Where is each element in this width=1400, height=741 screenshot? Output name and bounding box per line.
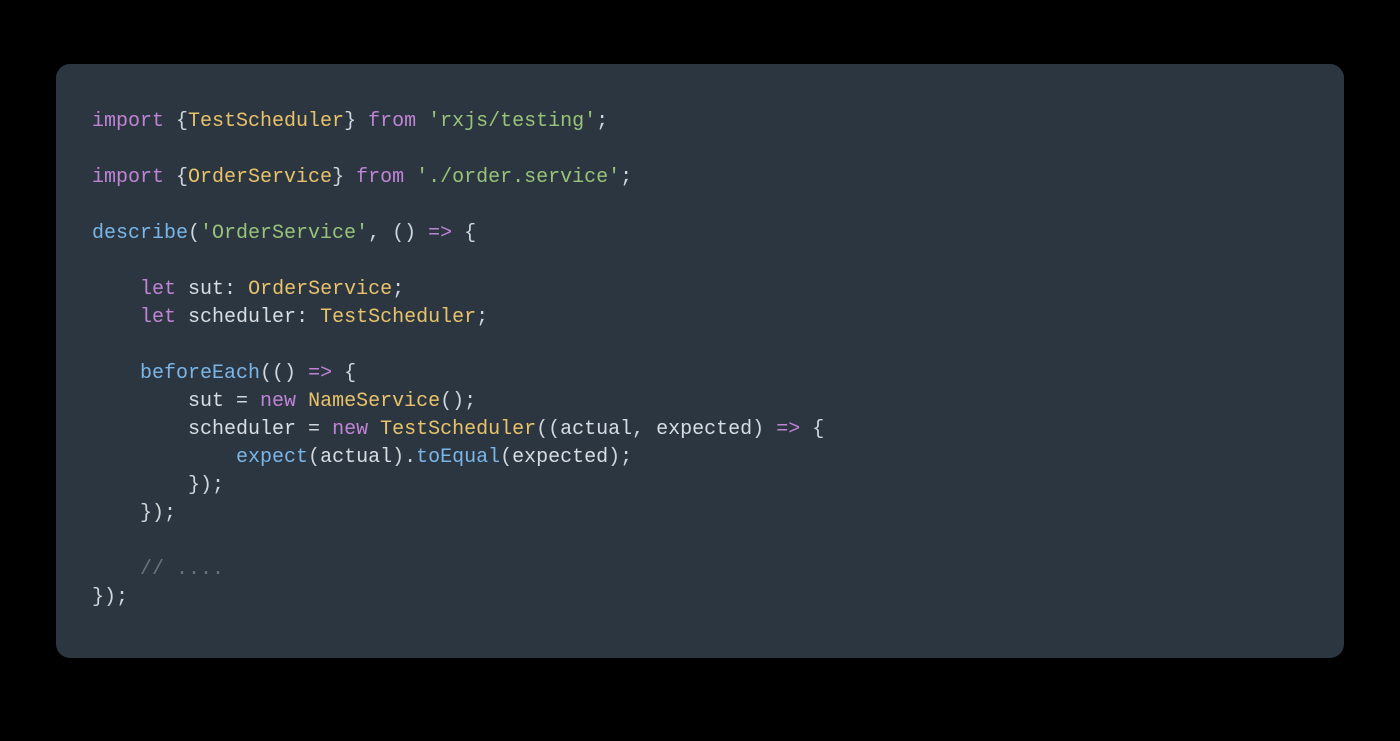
code-token: TestScheduler xyxy=(320,306,476,329)
code-line: }); xyxy=(92,586,128,609)
code-line: let scheduler: TestScheduler; xyxy=(92,306,488,329)
code-line: }); xyxy=(92,474,224,497)
code-token: = xyxy=(296,418,332,441)
code-token: ( xyxy=(188,222,200,245)
code-token: { xyxy=(176,166,188,189)
code-token: { xyxy=(176,110,188,133)
code-token: TestScheduler xyxy=(380,418,536,441)
code-line: let sut: OrderService; xyxy=(92,278,404,301)
code-token xyxy=(92,278,140,301)
code-token: }); xyxy=(92,586,128,609)
code-token: 'rxjs/testing' xyxy=(428,110,596,133)
code-token: } xyxy=(332,166,344,189)
code-token: (( xyxy=(536,418,560,441)
code-line: import {TestScheduler} from 'rxjs/testin… xyxy=(92,110,608,133)
code-token: : xyxy=(224,278,248,301)
code-token: OrderService xyxy=(188,166,332,189)
code-token: actual xyxy=(320,446,392,469)
code-token: let xyxy=(140,306,188,329)
code-line: describe('OrderService', () => { xyxy=(92,222,476,245)
code-token: NameService xyxy=(308,390,440,413)
code-token: beforeEach xyxy=(140,362,260,385)
code-token: ) xyxy=(752,418,776,441)
code-token: sut xyxy=(188,390,224,413)
code-token: from xyxy=(356,110,428,133)
code-token: => xyxy=(308,362,332,385)
code-token: './order.service' xyxy=(416,166,620,189)
code-token: from xyxy=(344,166,416,189)
code-token xyxy=(92,362,140,385)
code-token: scheduler xyxy=(188,418,296,441)
code-token: actual xyxy=(560,418,632,441)
code-token: : xyxy=(296,306,320,329)
code-token xyxy=(92,390,188,413)
code-token: { xyxy=(332,362,356,385)
code-token: }); xyxy=(92,502,176,525)
code-line: sut = new NameService(); xyxy=(92,390,476,413)
code-token: ; xyxy=(596,110,608,133)
code-token: = xyxy=(224,390,260,413)
code-token xyxy=(92,446,236,469)
code-token: } xyxy=(344,110,356,133)
code-token: OrderService xyxy=(248,278,392,301)
code-line: expect(actual).toEqual(expected); xyxy=(92,446,632,469)
code-line: }); xyxy=(92,502,176,525)
code-token: expect xyxy=(236,446,308,469)
code-token: sut xyxy=(188,278,224,301)
code-token: describe xyxy=(92,222,188,245)
code-token: ( xyxy=(308,446,320,469)
code-block: import {TestScheduler} from 'rxjs/testin… xyxy=(92,108,1308,612)
code-token: ; xyxy=(392,278,404,301)
code-token xyxy=(92,306,140,329)
code-token: (); xyxy=(440,390,476,413)
code-token xyxy=(92,558,140,581)
code-token: { xyxy=(452,222,476,245)
code-token: ; xyxy=(620,166,632,189)
code-line: // .... xyxy=(92,558,224,581)
code-token: => xyxy=(428,222,452,245)
code-token: , () xyxy=(368,222,428,245)
code-token: import xyxy=(92,110,176,133)
code-token: scheduler xyxy=(188,306,296,329)
code-line: beforeEach(() => { xyxy=(92,362,356,385)
code-token: import xyxy=(92,166,176,189)
code-token: ). xyxy=(392,446,416,469)
code-token: => xyxy=(776,418,800,441)
code-token: (() xyxy=(260,362,308,385)
code-token: new xyxy=(332,418,380,441)
code-token: , xyxy=(632,418,656,441)
code-line: scheduler = new TestScheduler((actual, e… xyxy=(92,418,824,441)
code-token: new xyxy=(260,390,308,413)
code-token xyxy=(92,418,188,441)
code-token: expected xyxy=(656,418,752,441)
code-card: import {TestScheduler} from 'rxjs/testin… xyxy=(56,64,1344,658)
code-token: TestScheduler xyxy=(188,110,344,133)
code-token: ; xyxy=(476,306,488,329)
code-line: import {OrderService} from './order.serv… xyxy=(92,166,632,189)
code-token: }); xyxy=(92,474,224,497)
code-token: // .... xyxy=(140,558,224,581)
code-token: expected xyxy=(512,446,608,469)
code-token: ); xyxy=(608,446,632,469)
code-token: let xyxy=(140,278,188,301)
code-token: { xyxy=(800,418,824,441)
code-token: ( xyxy=(500,446,512,469)
code-token: toEqual xyxy=(416,446,500,469)
code-token: 'OrderService' xyxy=(200,222,368,245)
